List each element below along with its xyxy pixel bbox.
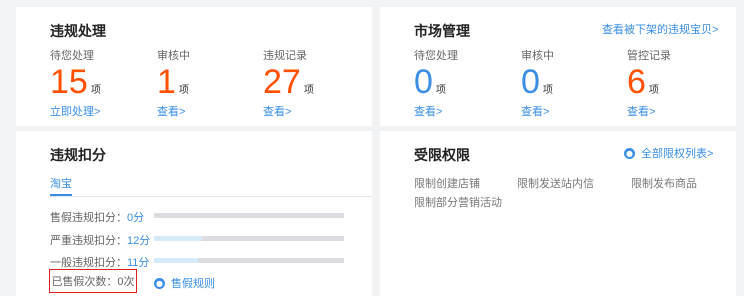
restriction-title: 受限权限 [414,147,470,163]
stat-value: 6 [627,63,646,101]
stat-value: 0 [414,63,433,101]
stat-unit: 项 [648,85,659,96]
handle-now-link[interactable]: 立即处理> [50,103,160,118]
violation-stat-reviewing: 审核中 1 项 查看> [157,47,267,118]
view-reviewing-link[interactable]: 查看> [521,103,631,118]
view-records-link[interactable]: 查看> [263,103,373,118]
stat-label: 审核中 [521,50,554,62]
all-restrictions-label: 全部限权列表> [641,148,714,160]
deduction-title: 违规扣分 [50,147,106,163]
deduct-label: 售假违规扣分： [50,212,127,224]
view-control-link[interactable]: 查看> [627,103,737,118]
restriction-item: 限制创建店铺 [414,178,480,190]
deduct-bar-fill [154,236,202,241]
stat-unit: 项 [435,85,446,96]
restriction-item: 限制部分营销活动 [414,197,502,209]
restriction-item: 限制发送站内信 [517,178,594,190]
view-pending-link[interactable]: 查看> [414,103,524,118]
market-stat-pending: 待您处理 0 项 查看> [414,47,524,118]
stat-label: 违规记录 [263,50,307,62]
deduct-bar-serious [154,236,344,241]
stat-value: 15 [50,63,88,101]
deduct-label: 一般违规扣分： [50,257,127,269]
violation-stat-records: 违规记录 27 项 查看> [263,47,373,118]
stat-unit: 项 [303,85,314,96]
market-title: 市场管理 [414,23,470,39]
deduct-value: 12分 [127,235,151,247]
stat-label: 待您处理 [414,50,458,62]
stat-value: 0 [521,63,540,101]
deduct-row-fake: 售假违规扣分：0分 [50,209,154,225]
sold-fake-count: 已售假次数：0次 [49,269,137,293]
stat-unit: 项 [542,85,553,96]
deduct-row-serious: 严重违规扣分：12分 [50,232,154,248]
stat-unit: 项 [90,85,101,96]
stat-label: 待您处理 [50,50,94,62]
tab-divider [50,196,372,197]
deduct-label: 严重违规扣分： [50,235,127,247]
deduct-value: 0分 [127,212,145,224]
all-restrictions-link[interactable]: ● 全部限权列表> [624,145,713,161]
deduct-value: 11分 [127,257,150,269]
market-stat-reviewing: 审核中 0 项 查看> [521,47,631,118]
deduct-row-general: 一般违规扣分：11分 [50,254,154,270]
violation-panel: 违规处理 待您处理 15 项 立即处理> 审核中 1 项 查看> 违规记录 27… [16,7,372,126]
stat-label: 管控记录 [627,50,671,62]
info-icon: ● [154,277,165,289]
stat-label: 审核中 [157,50,190,62]
stat-value: 1 [157,63,176,101]
deduct-bar-general [154,258,344,263]
violation-title: 违规处理 [50,23,106,39]
violation-stat-pending: 待您处理 15 项 立即处理> [50,47,160,118]
restriction-item: 限制发布商品 [631,178,697,190]
view-delisted-link[interactable]: 查看被下架的违规宝贝> [602,21,718,37]
sold-rule-link[interactable]: ● 售假规则 [154,275,215,291]
tab-taobao[interactable]: 淘宝 [50,175,72,191]
view-reviewing-link[interactable]: 查看> [157,103,267,118]
deduct-bar-fake [154,213,344,218]
restriction-panel: 受限权限 ● 全部限权列表> 限制创建店铺 限制发送站内信 限制发布商品 限制部… [380,131,736,296]
market-panel: 市场管理 查看被下架的违规宝贝> 待您处理 0 项 查看> 审核中 0 项 查看… [380,7,736,126]
deduction-panel: 违规扣分 淘宝 售假违规扣分：0分 严重违规扣分：12分 一般违规扣分：11分 … [16,131,372,296]
stat-unit: 项 [178,85,189,96]
info-icon: ● [624,147,635,159]
stat-value: 27 [263,63,301,101]
sold-rule-label: 售假规则 [171,278,215,290]
market-stat-control: 管控记录 6 项 查看> [627,47,737,118]
deduct-bar-fill [154,258,198,263]
